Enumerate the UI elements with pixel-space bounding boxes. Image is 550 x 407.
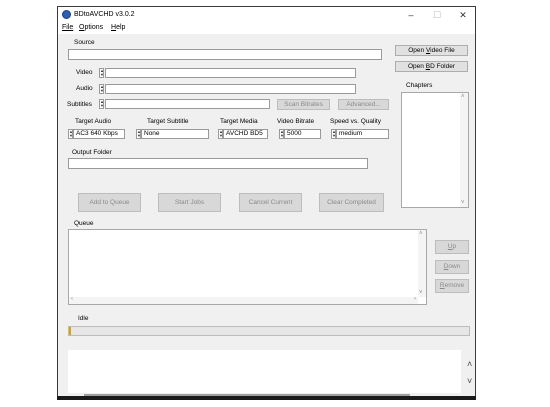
cancel-current-button[interactable]: Cancel Current (239, 193, 302, 212)
window-bottom-edge (57, 396, 476, 400)
minimize-button[interactable]: – (404, 9, 418, 21)
open-bd-folder-button[interactable]: Open BD Folder (395, 61, 468, 72)
source-input[interactable] (68, 49, 382, 60)
log-vscrollbar[interactable]: ˄ ˅ (461, 350, 475, 398)
queue-list[interactable]: ˄ ˅ ‹ › (68, 229, 427, 305)
video-select[interactable] (105, 68, 356, 78)
main-window: BDtoAVCHD v3.0.2 – ☐ ✕ File Options Help… (57, 6, 476, 399)
progress-fill (69, 327, 71, 335)
start-jobs-button[interactable]: Start Jobs (158, 193, 221, 212)
menu-file[interactable]: File (62, 24, 73, 31)
log-scroll-up-icon[interactable]: ˄ (467, 359, 472, 369)
audio-spinner[interactable]: ▲ ▼ (99, 84, 104, 94)
output-folder-input[interactable] (68, 158, 368, 169)
log-area[interactable] (68, 350, 471, 398)
video-bitrate-label: Video Bitrate (277, 118, 315, 125)
scan-bitrates-button[interactable]: Scan Bitrates (277, 99, 330, 110)
close-button[interactable]: ✕ (456, 9, 470, 21)
menu-bar: File Options Help (58, 23, 475, 34)
target-subtitle-label: Target Subtitle (147, 118, 189, 125)
queue-up-button[interactable]: Up (435, 240, 469, 254)
audio-select[interactable] (105, 84, 356, 94)
app-icon (62, 10, 71, 19)
audio-label: Audio (76, 85, 93, 92)
menu-help[interactable]: Help (111, 24, 125, 31)
queue-remove-button[interactable]: Remove (435, 279, 469, 293)
video-label: Video (76, 69, 93, 76)
subtitles-spinner[interactable]: ▲ ▼ (99, 99, 104, 109)
queue-scroll-down-icon[interactable]: ˅ (419, 290, 423, 296)
title-bar: BDtoAVCHD v3.0.2 – ☐ ✕ (58, 7, 475, 23)
chapters-list[interactable]: ˄ ˅ (401, 92, 469, 208)
queue-scroll-up-icon[interactable]: ˄ (419, 231, 423, 237)
scroll-down-icon[interactable]: ˅ (461, 200, 465, 206)
advanced-button[interactable]: Advanced... (338, 99, 389, 110)
log-scroll-down-icon[interactable]: ˅ (467, 376, 472, 386)
queue-label: Queue (74, 220, 94, 227)
subtitles-select[interactable] (105, 99, 270, 109)
subtitles-label: Subtitles (67, 101, 92, 108)
target-subtitle-select[interactable]: None (141, 129, 209, 139)
progress-bar (68, 326, 470, 336)
target-media-label: Target Media (220, 118, 258, 125)
queue-scroll-right-icon[interactable]: › (414, 296, 416, 302)
queue-down-button[interactable]: Down (435, 260, 469, 274)
target-audio-label: Target Audio (75, 118, 112, 125)
queue-scroll-left-icon[interactable]: ‹ (71, 296, 73, 302)
target-audio-select[interactable]: AC3 640 Kbps (73, 129, 125, 139)
speed-quality-select[interactable]: medium (336, 129, 389, 139)
queue-vscrollbar[interactable]: ˄ ˅ (418, 230, 426, 297)
source-label: Source (74, 39, 95, 46)
status-text: Idle (78, 315, 89, 322)
speed-quality-label: Speed vs. Quality (330, 118, 381, 125)
queue-hscrollbar[interactable]: ‹ › (69, 296, 418, 304)
video-spinner[interactable]: ▲ ▼ (99, 68, 104, 78)
maximize-button[interactable]: ☐ (430, 9, 444, 21)
clear-completed-button[interactable]: Clear Completed (319, 193, 384, 212)
scroll-up-icon[interactable]: ˄ (461, 94, 465, 100)
open-video-file-button[interactable]: Open Video File (395, 45, 468, 56)
output-folder-label: Output Folder (72, 149, 112, 156)
chapters-label: Chapters (406, 82, 433, 89)
chapters-scrollbar[interactable]: ˄ ˅ (460, 93, 468, 207)
target-media-select[interactable]: AVCHD BD5 (223, 129, 268, 139)
add-to-queue-button[interactable]: Add to Queue (78, 193, 141, 212)
window-title: BDtoAVCHD v3.0.2 (74, 11, 135, 18)
menu-options[interactable]: Options (79, 24, 103, 31)
video-bitrate-input[interactable]: 5000 (284, 129, 321, 139)
